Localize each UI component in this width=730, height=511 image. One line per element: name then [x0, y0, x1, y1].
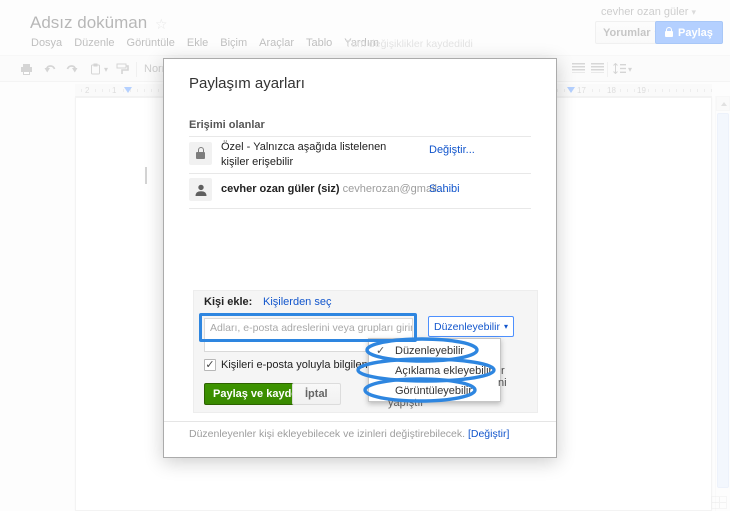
person-icon [195, 184, 206, 196]
menu-item-can-comment[interactable]: Açıklama ekleyebilir [369, 361, 500, 381]
google-docs-screen: Adsız doküman ☆ Dosya Düzenle Görüntüle … [0, 0, 730, 511]
divider [164, 421, 556, 422]
access-section-header: Erişimi olanlar [189, 119, 265, 131]
lock-icon [196, 147, 205, 159]
visibility-icon-box [189, 142, 212, 165]
divider [189, 173, 531, 174]
dialog-footer: Düzenleyenler kişi ekleyebilecek ve izin… [189, 428, 510, 440]
owner-name: cevher ozan güler (siz) cevherozan@gmail… [221, 183, 450, 195]
owner-icon-box [189, 178, 212, 201]
check-icon: ✓ [376, 345, 386, 357]
chevron-down-icon: ▾ [503, 322, 508, 331]
text-fragment: ni [498, 377, 507, 389]
divider [189, 208, 531, 209]
change-visibility-link[interactable]: Değiştir... [429, 144, 475, 156]
choose-from-contacts-link[interactable]: Kişilerden seç [263, 296, 331, 308]
notify-checkbox[interactable]: ✓ [204, 359, 216, 371]
add-people-label: Kişi ekle: [204, 296, 253, 308]
visibility-text: Özel - Yalnızca aşağıda listelenen kişil… [221, 141, 387, 168]
text-fragment: yapıştır [388, 397, 425, 409]
footer-change-link[interactable]: [Değiştir] [468, 428, 509, 440]
cancel-button[interactable]: İptal [292, 383, 341, 405]
sharing-settings-dialog: Paylaşım ayarları Erişimi olanlar Özel -… [163, 58, 557, 458]
permission-dropdown-button[interactable]: Düzenleyebilir ▾ [428, 316, 514, 337]
menu-item-can-edit[interactable]: ✓ Düzenleyebilir [369, 341, 500, 361]
permission-menu: ✓ Düzenleyebilir Açıklama ekleyebilir Gö… [368, 338, 501, 402]
owner-role-link[interactable]: Sahibi [429, 183, 460, 195]
notify-label: Kişileri e-posta yoluyla bilgilendir - [221, 359, 387, 371]
input-placeholder: Adları, e-posta adreslerini veya gruplar… [210, 322, 413, 334]
dialog-title: Paylaşım ayarları [189, 75, 305, 92]
divider [189, 136, 531, 137]
text-fragment: r [501, 365, 505, 377]
